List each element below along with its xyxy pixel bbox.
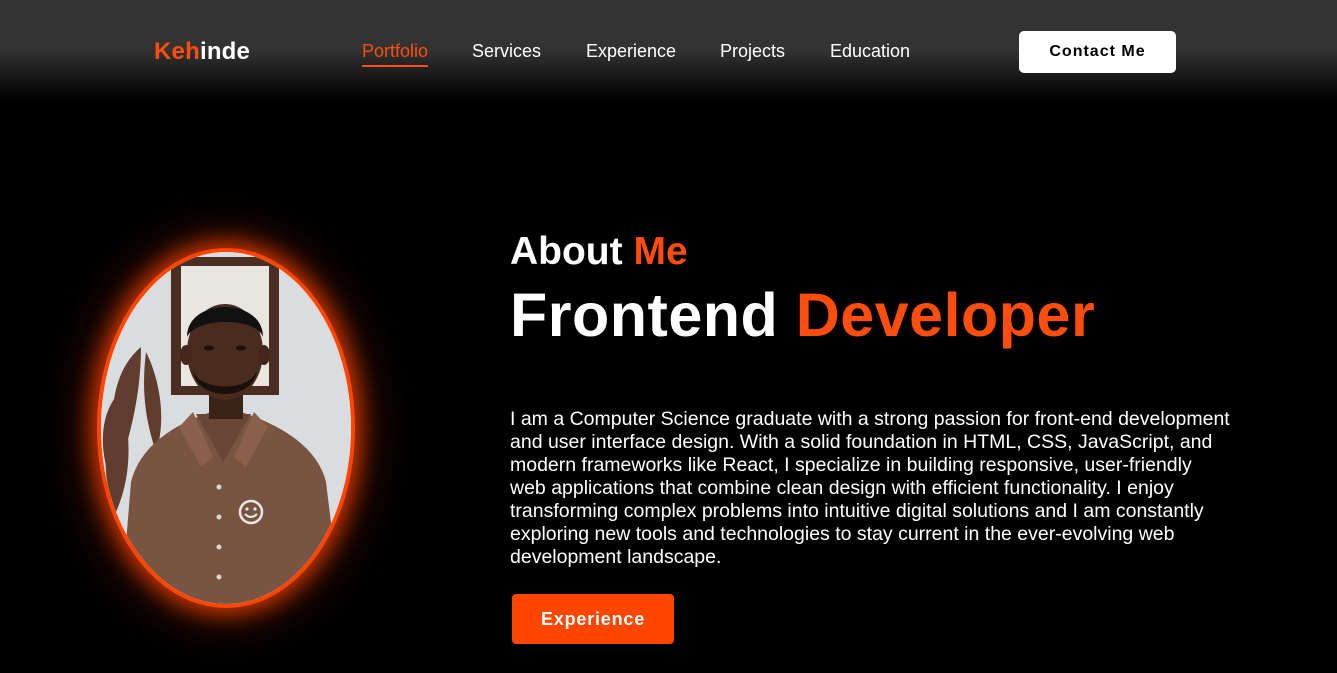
contact-me-button[interactable]: Contact Me [1019, 31, 1176, 73]
logo-rest: inde [199, 38, 251, 65]
page: Kehinde Portfolio Services Experience Pr… [0, 0, 1337, 673]
logo-accent: Keh [154, 38, 200, 65]
nav-item-portfolio[interactable]: Portfolio [362, 41, 429, 67]
about-heading-accent: Me [633, 230, 688, 273]
role-heading: Frontend Developer [510, 280, 1095, 350]
nav-item-education[interactable]: Education [830, 41, 910, 62]
site-header: Kehinde Portfolio Services Experience Pr… [0, 0, 1337, 100]
experience-button[interactable]: Experience [512, 594, 674, 644]
profile-photo [101, 252, 351, 604]
nav-item-services[interactable]: Services [472, 41, 541, 62]
profile-photo-illustration [101, 252, 351, 604]
nav-item-experience[interactable]: Experience [586, 41, 676, 62]
about-heading: About Me [510, 230, 688, 274]
bio-paragraph: I am a Computer Science graduate with a … [510, 407, 1230, 568]
role-heading-accent: Developer [795, 281, 1096, 349]
logo[interactable]: Kehinde [154, 38, 250, 66]
about-heading-white: About [510, 230, 634, 273]
nav-item-projects[interactable]: Projects [720, 41, 785, 62]
role-heading-white: Frontend [510, 281, 796, 349]
